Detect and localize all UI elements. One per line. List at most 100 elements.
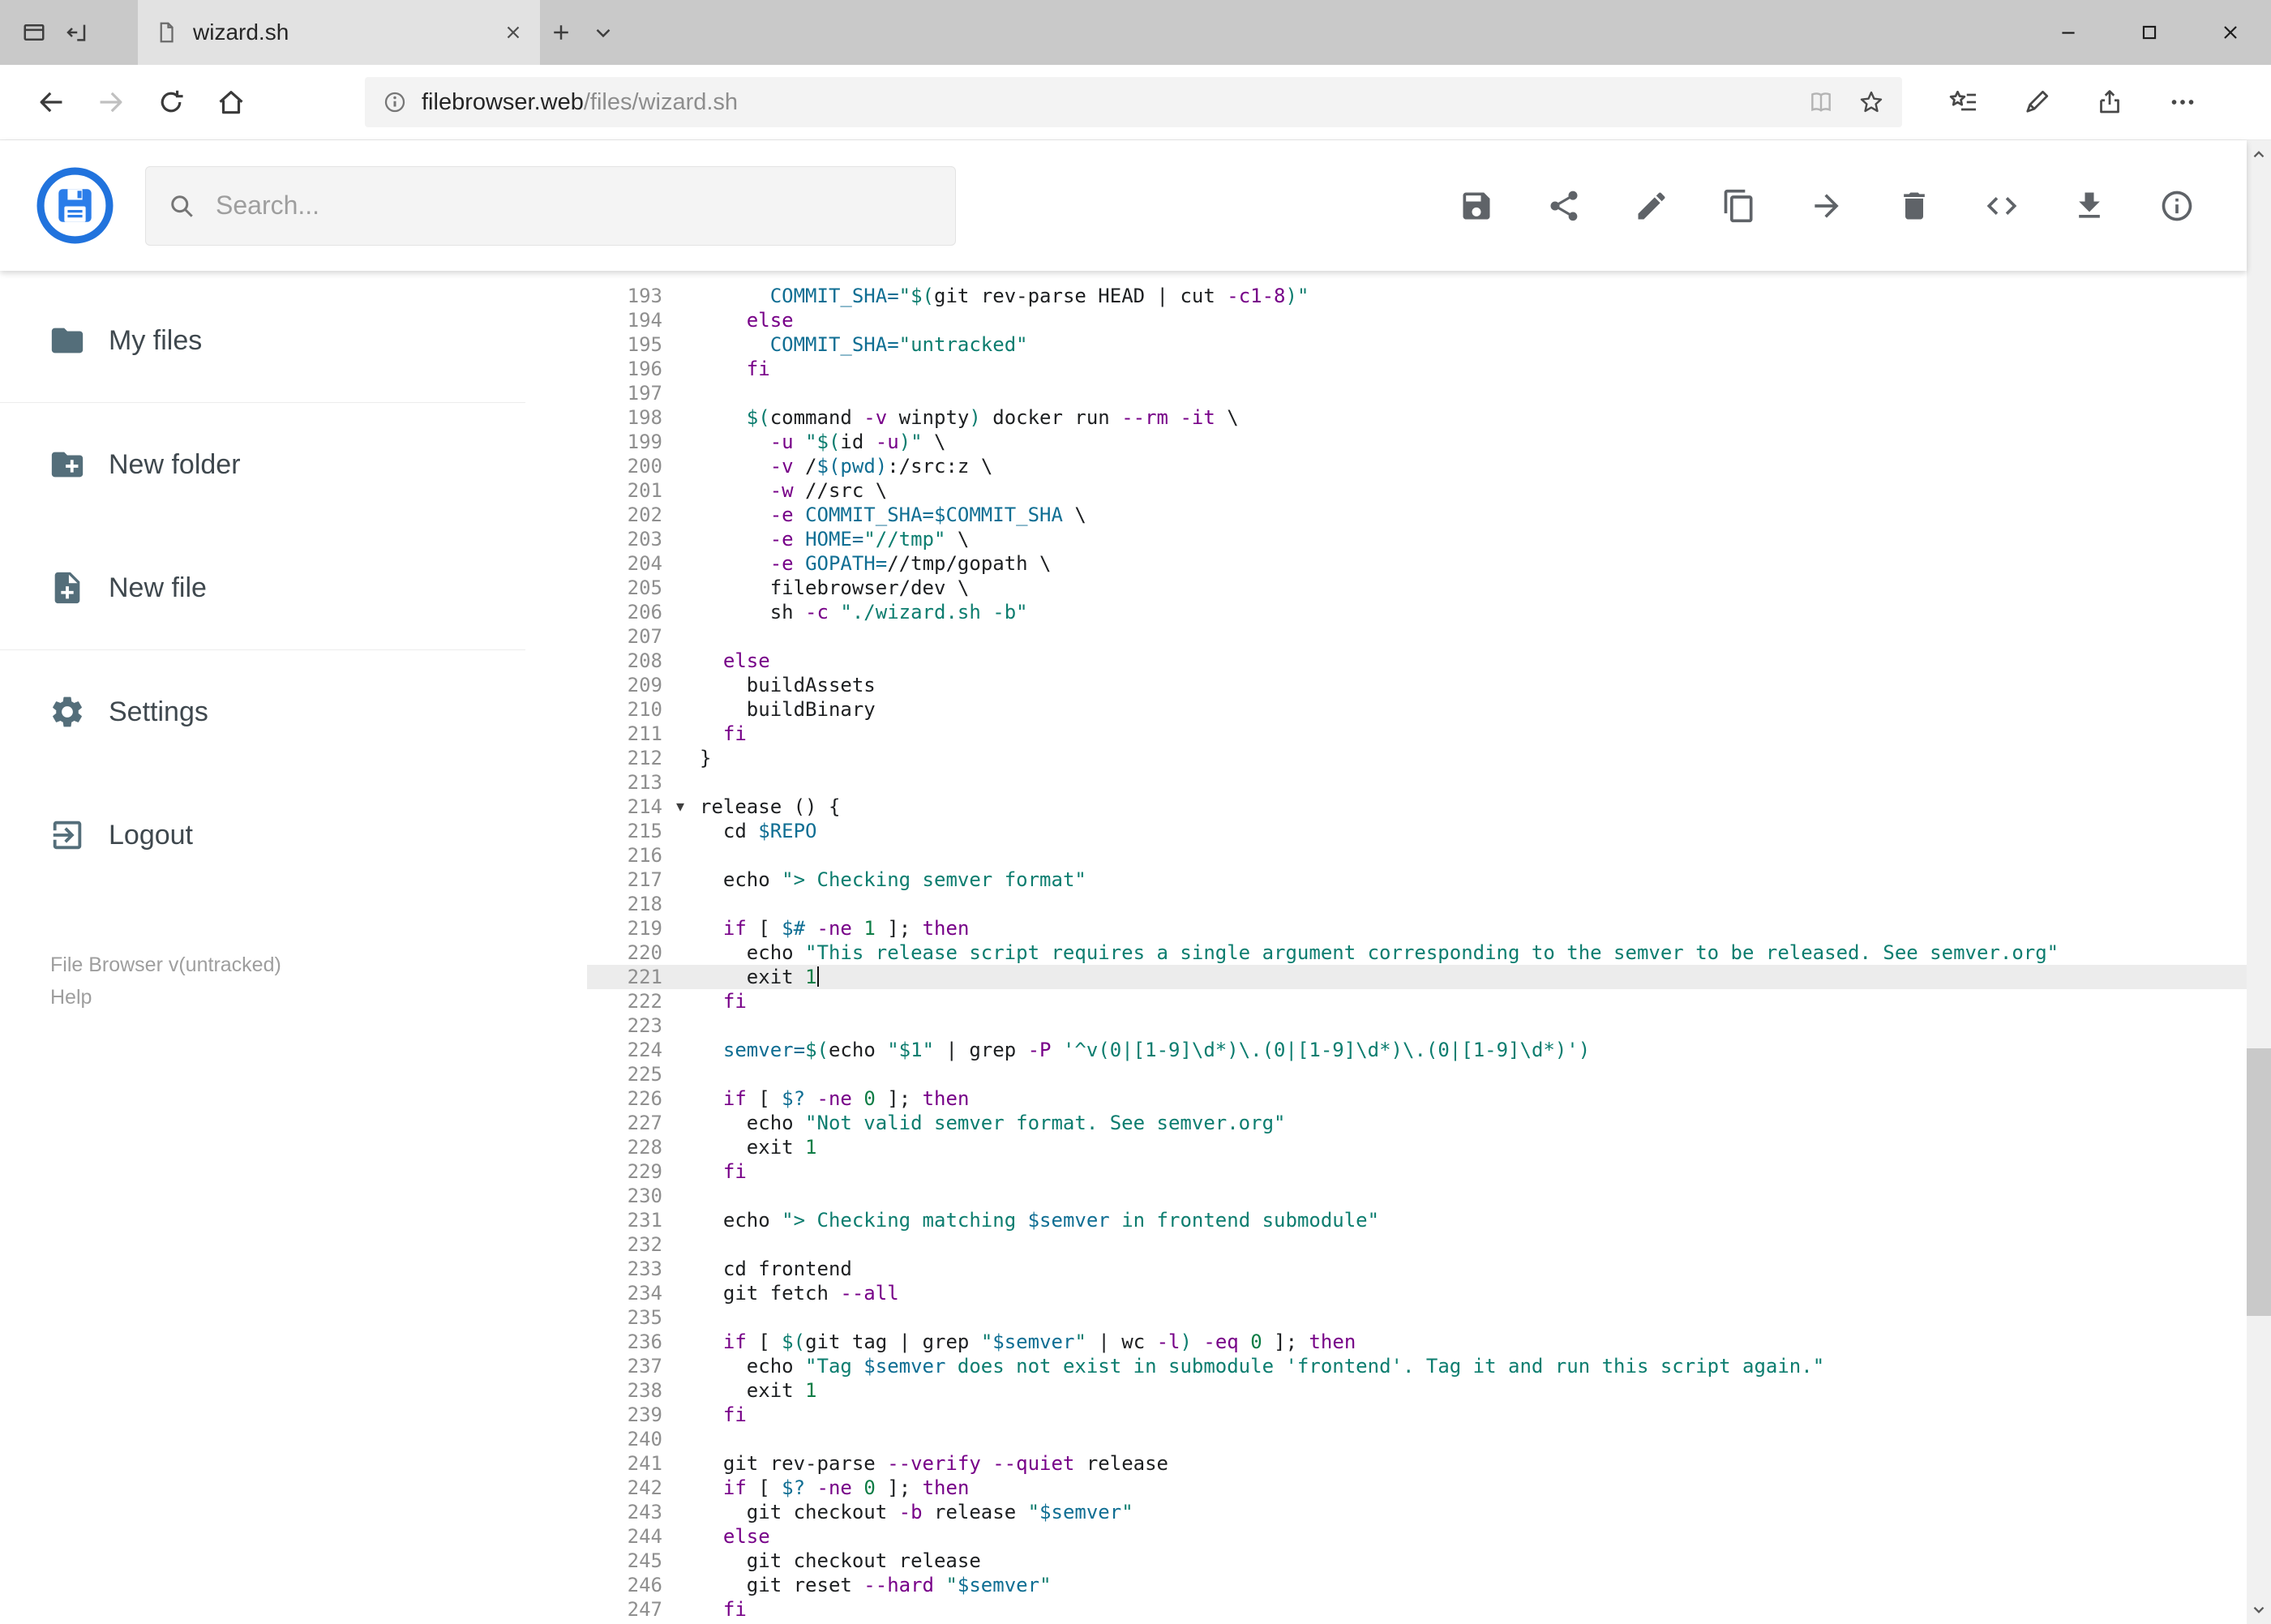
- code-line[interactable]: 217 echo "> Checking semver format": [587, 868, 2247, 892]
- code-line[interactable]: 206 sh -c "./wizard.sh -b": [587, 600, 2247, 624]
- code-line[interactable]: 245 git checkout release: [587, 1549, 2247, 1573]
- code-line-text[interactable]: if [ $# -ne 1 ]; then: [662, 916, 2247, 941]
- code-line-text[interactable]: -e HOME="//tmp" \: [662, 527, 2247, 551]
- code-line[interactable]: 195 COMMIT_SHA="untracked": [587, 332, 2247, 357]
- code-line-text[interactable]: cd $REPO: [662, 819, 2247, 843]
- code-line[interactable]: 226 if [ $? -ne 0 ]; then: [587, 1086, 2247, 1111]
- code-line[interactable]: 218: [587, 892, 2247, 916]
- code-line[interactable]: 239 fi: [587, 1403, 2247, 1427]
- forward-icon[interactable]: [81, 76, 141, 128]
- code-line-text[interactable]: COMMIT_SHA="untracked": [662, 332, 2247, 357]
- site-info-icon[interactable]: [383, 90, 407, 114]
- code-line-text[interactable]: [662, 1305, 2247, 1330]
- code-view-button[interactable]: [1984, 188, 2020, 224]
- scroll-down-icon[interactable]: [2247, 1595, 2271, 1624]
- code-line[interactable]: 199 -u "$(id -u)" \: [587, 430, 2247, 454]
- code-line-text[interactable]: [662, 1013, 2247, 1038]
- code-line[interactable]: 203 -e HOME="//tmp" \: [587, 527, 2247, 551]
- new-tab-button[interactable]: [540, 0, 582, 65]
- code-line[interactable]: 237 echo "Tag $semver does not exist in …: [587, 1354, 2247, 1378]
- set-tabs-aside-icon[interactable]: [55, 0, 97, 65]
- code-line[interactable]: 221 exit 1: [587, 965, 2247, 989]
- code-line[interactable]: 201 -w //src \: [587, 478, 2247, 503]
- code-line[interactable]: 220 echo "This release script requires a…: [587, 941, 2247, 965]
- home-icon[interactable]: [201, 76, 261, 128]
- code-line[interactable]: 228 exit 1: [587, 1135, 2247, 1159]
- code-line-text[interactable]: git checkout release: [662, 1549, 2247, 1573]
- save-button[interactable]: [1459, 188, 1494, 224]
- code-line[interactable]: 238 exit 1: [587, 1378, 2247, 1403]
- code-line-text[interactable]: echo "Not valid semver format. See semve…: [662, 1111, 2247, 1135]
- code-line-text[interactable]: fi: [662, 1597, 2247, 1622]
- code-line[interactable]: 227 echo "Not valid semver format. See s…: [587, 1111, 2247, 1135]
- code-line-text[interactable]: [662, 1184, 2247, 1208]
- scrollbar-thumb[interactable]: [2247, 1048, 2271, 1316]
- code-line[interactable]: 241 git rev-parse --verify --quiet relea…: [587, 1451, 2247, 1476]
- code-line-text[interactable]: [662, 843, 2247, 868]
- code-line[interactable]: 196 fi: [587, 357, 2247, 381]
- code-line[interactable]: 212}: [587, 746, 2247, 770]
- code-line-text[interactable]: [662, 892, 2247, 916]
- code-line[interactable]: 202 -e COMMIT_SHA=$COMMIT_SHA \: [587, 503, 2247, 527]
- code-line-text[interactable]: [662, 381, 2247, 405]
- move-button[interactable]: [1809, 188, 1845, 224]
- back-icon[interactable]: [21, 76, 81, 128]
- code-line-text[interactable]: echo "> Checking semver format": [662, 868, 2247, 892]
- reading-view-icon[interactable]: [1808, 89, 1834, 115]
- delete-button[interactable]: [1896, 188, 1932, 224]
- code-line-text[interactable]: fi: [662, 1159, 2247, 1184]
- code-line-text[interactable]: -w //src \: [662, 478, 2247, 503]
- code-line[interactable]: 223: [587, 1013, 2247, 1038]
- code-line-text[interactable]: else: [662, 308, 2247, 332]
- code-line[interactable]: 214 ▾ release () {: [587, 795, 2247, 819]
- code-line-text[interactable]: sh -c "./wizard.sh -b": [662, 600, 2247, 624]
- code-line-text[interactable]: COMMIT_SHA="$(git rev-parse HEAD | cut -…: [662, 284, 2247, 308]
- code-line-text[interactable]: -v /$(pwd):/src:z \: [662, 454, 2247, 478]
- code-line-text[interactable]: echo "Tag $semver does not exist in subm…: [662, 1354, 2247, 1378]
- download-button[interactable]: [2072, 188, 2107, 224]
- code-line[interactable]: 231 echo "> Checking matching $semver in…: [587, 1208, 2247, 1232]
- code-line-text[interactable]: buildBinary: [662, 697, 2247, 722]
- code-line-text[interactable]: exit 1: [662, 965, 2247, 989]
- code-line-text[interactable]: [662, 624, 2247, 649]
- close-button[interactable]: [2190, 0, 2271, 65]
- code-line[interactable]: 224 semver=$(echo "$1" | grep -P '^v(0|[…: [587, 1038, 2247, 1062]
- code-editor[interactable]: 193 COMMIT_SHA="$(git rev-parse HEAD | c…: [525, 271, 2247, 1624]
- code-line-text[interactable]: -e COMMIT_SHA=$COMMIT_SHA \: [662, 503, 2247, 527]
- code-line[interactable]: 232: [587, 1232, 2247, 1257]
- favorite-star-icon[interactable]: [1858, 89, 1884, 115]
- more-menu-icon[interactable]: [2168, 88, 2197, 117]
- refresh-icon[interactable]: [141, 76, 201, 128]
- code-line[interactable]: 193 COMMIT_SHA="$(git rev-parse HEAD | c…: [587, 284, 2247, 308]
- code-line-text[interactable]: git reset --hard "$semver": [662, 1573, 2247, 1597]
- code-line-text[interactable]: exit 1: [662, 1135, 2247, 1159]
- code-line[interactable]: 209 buildAssets: [587, 673, 2247, 697]
- share-file-button[interactable]: [1546, 188, 1582, 224]
- code-line-text[interactable]: -e GOPATH=//tmp/gopath \: [662, 551, 2247, 576]
- code-line[interactable]: 215 cd $REPO: [587, 819, 2247, 843]
- tab-list-chevron-icon[interactable]: [582, 0, 624, 65]
- code-line-text[interactable]: git fetch --all: [662, 1281, 2247, 1305]
- code-line[interactable]: 216: [587, 843, 2247, 868]
- code-line[interactable]: 200 -v /$(pwd):/src:z \: [587, 454, 2247, 478]
- code-line[interactable]: 225: [587, 1062, 2247, 1086]
- code-line[interactable]: 211 fi: [587, 722, 2247, 746]
- browser-tab[interactable]: wizard.sh: [138, 0, 540, 65]
- code-line-text[interactable]: cd frontend: [662, 1257, 2247, 1281]
- code-line-text[interactable]: -u "$(id -u)" \: [662, 430, 2247, 454]
- code-line[interactable]: 235: [587, 1305, 2247, 1330]
- tab-close-icon[interactable]: [503, 22, 524, 43]
- code-line[interactable]: 230: [587, 1184, 2247, 1208]
- code-line[interactable]: 207: [587, 624, 2247, 649]
- code-line[interactable]: 208 else: [587, 649, 2247, 673]
- code-line-text[interactable]: git checkout -b release "$semver": [662, 1500, 2247, 1524]
- code-line[interactable]: 233 cd frontend: [587, 1257, 2247, 1281]
- code-line-text[interactable]: [662, 1232, 2247, 1257]
- code-line-text[interactable]: fi: [662, 1403, 2247, 1427]
- code-line[interactable]: 247 fi: [587, 1597, 2247, 1622]
- minimize-button[interactable]: [2028, 0, 2109, 65]
- code-line[interactable]: 246 git reset --hard "$semver": [587, 1573, 2247, 1597]
- info-button[interactable]: [2159, 188, 2195, 224]
- code-line-text[interactable]: else: [662, 649, 2247, 673]
- code-line-text[interactable]: if [ $(git tag | grep "$semver" | wc -l)…: [662, 1330, 2247, 1354]
